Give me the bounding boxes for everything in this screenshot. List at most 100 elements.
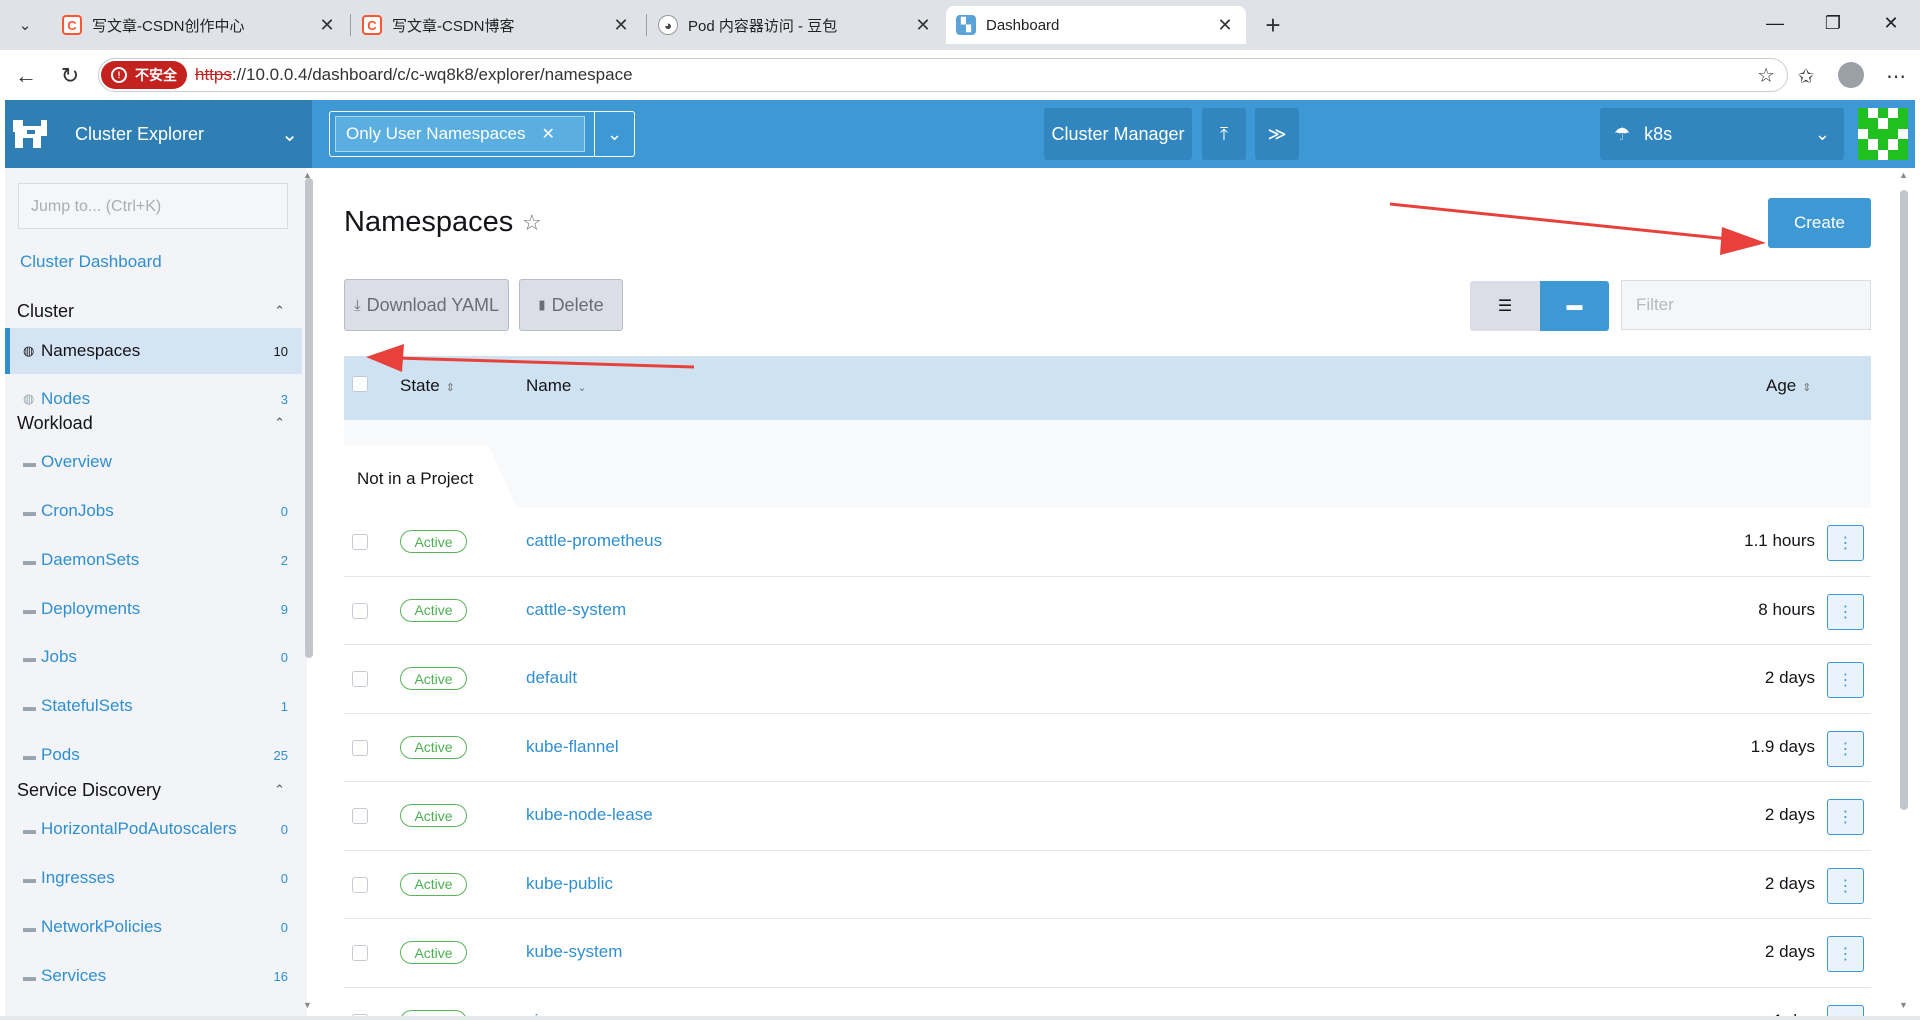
user-avatar[interactable]: [1858, 108, 1908, 160]
sidebar-item-hpa[interactable]: ▬ HorizontalPodAutoscalers 0: [5, 806, 302, 852]
chevron-down-icon[interactable]: ⌄: [594, 112, 634, 156]
table-row: Active default 2 days ⋮: [344, 645, 1871, 714]
cluster-explorer-menu[interactable]: Cluster Explorer ⌄: [5, 100, 312, 168]
sidebar-item-cronjobs[interactable]: ▬ CronJobs 0: [5, 488, 302, 534]
row-checkbox[interactable]: [352, 534, 368, 550]
cluster-dashboard-link[interactable]: Cluster Dashboard: [20, 252, 162, 272]
sidebar-group-cluster[interactable]: Cluster ⌃: [17, 301, 295, 322]
restore-icon[interactable]: ❐: [1810, 8, 1856, 38]
remove-filter-icon[interactable]: ✕: [542, 124, 555, 144]
create-button[interactable]: Create: [1768, 198, 1871, 248]
namespace-link[interactable]: cattle-prometheus: [526, 531, 662, 551]
trash-icon: ▮: [538, 297, 546, 312]
filter-input[interactable]: Filter: [1621, 280, 1871, 330]
namespace-filter[interactable]: Only User Namespaces ✕ ⌄: [329, 111, 635, 157]
favorite-star-icon[interactable]: ☆: [522, 210, 542, 236]
sidebar-item-count: 9: [280, 601, 288, 617]
tab-title: Dashboard: [986, 16, 1060, 34]
row-actions-kebab-icon[interactable]: ⋮: [1827, 936, 1864, 972]
row-checkbox[interactable]: [352, 945, 368, 961]
chevron-up-icon: ⌃: [274, 303, 285, 318]
project-group-label: Not in a Project: [344, 446, 517, 508]
sidebar-group-service-discovery[interactable]: Service Discovery ⌃: [17, 780, 295, 801]
sidebar-item-jobs[interactable]: ▬ Jobs 0: [5, 634, 302, 680]
reload-icon[interactable]: ↻: [54, 60, 86, 92]
not-secure-badge[interactable]: ! 不安全: [101, 61, 187, 89]
import-yaml-upload-icon[interactable]: ⤒: [1202, 108, 1246, 160]
folder-icon: ▬: [23, 454, 36, 470]
browser-tab-csdn-editor[interactable]: C 写文章-CSDN创作中心 ✕: [52, 6, 348, 44]
row-checkbox[interactable]: [352, 602, 368, 619]
jump-to-search-input[interactable]: Jump to... (Ctrl+K): [18, 183, 288, 229]
url-bar[interactable]: ! 不安全 https://10.0.0.4/dashboard/c/c-wq8…: [98, 58, 1788, 92]
cluster-selector[interactable]: ☂ k8s ⌄: [1600, 108, 1844, 160]
close-icon[interactable]: ✕: [316, 15, 338, 36]
scroll-up-arrow-icon[interactable]: ▲: [1899, 170, 1908, 180]
scroll-down-arrow-icon[interactable]: ▼: [1899, 1000, 1908, 1010]
cluster-manager-button[interactable]: Cluster Manager: [1044, 108, 1192, 160]
sidebar-item-pods[interactable]: ▬ Pods 25: [5, 732, 302, 778]
column-header-name[interactable]: Name ⌄: [526, 376, 587, 396]
namespace-link[interactable]: kube-public: [526, 874, 613, 894]
row-checkbox[interactable]: [352, 671, 368, 687]
sidebar-item-services[interactable]: ▬ Services 16: [5, 953, 302, 999]
row-actions-kebab-icon[interactable]: ⋮: [1827, 730, 1864, 767]
namespace-link[interactable]: kube-node-lease: [526, 805, 653, 825]
row-actions-kebab-icon[interactable]: ⋮: [1827, 525, 1864, 561]
bookmark-star-icon[interactable]: ☆: [1757, 63, 1775, 88]
download-yaml-button[interactable]: ⤓ Download YAML: [344, 279, 509, 331]
minimize-icon[interactable]: —: [1752, 8, 1798, 38]
cluster-manager-label: Cluster Manager: [1051, 123, 1185, 144]
sidebar-item-count: 0: [280, 649, 288, 665]
column-header-age[interactable]: Age ⇕: [1766, 376, 1811, 396]
sidebar-item-deployments[interactable]: ▬ Deployments 9: [5, 586, 302, 632]
sidebar-item-label: StatefulSets: [41, 696, 133, 715]
select-all-checkbox[interactable]: [352, 376, 368, 392]
back-arrow-icon[interactable]: ←: [10, 60, 42, 92]
close-icon[interactable]: ✕: [912, 15, 934, 36]
row-checkbox[interactable]: [352, 876, 368, 893]
app-title: Cluster Explorer: [75, 123, 205, 144]
status-badge: Active: [400, 735, 467, 759]
namespaces-table: State ⇕ Name ⌄ Age ⇕ Not in a Project Activ…: [344, 356, 1871, 1020]
row-checkbox[interactable]: [352, 808, 368, 824]
browser-tab-doubao[interactable]: ◕ Pod 内容器访问 - 豆包 ✕: [648, 6, 944, 44]
new-tab-plus-icon[interactable]: +: [1258, 10, 1288, 40]
sidebar-group-workload[interactable]: Workload ⌃: [17, 413, 295, 434]
namespace-link[interactable]: kube-system: [526, 942, 622, 962]
favorites-icon[interactable]: ✩: [1792, 62, 1820, 90]
namespace-link[interactable]: default: [526, 668, 577, 688]
row-actions-kebab-icon[interactable]: ⋮: [1827, 662, 1864, 698]
tab-list-chevron-icon[interactable]: ⌄: [10, 10, 40, 40]
group-by-project-folder-icon[interactable]: ▬: [1540, 281, 1609, 331]
browser-tab-csdn-blog[interactable]: C 写文章-CSDN博客 ✕: [352, 6, 642, 44]
sidebar-item-daemonsets[interactable]: ▬ DaemonSets 2: [5, 537, 302, 583]
namespace-link[interactable]: cattle-system: [526, 600, 626, 620]
flat-list-view-icon[interactable]: ☰: [1470, 281, 1540, 331]
sidebar-item-statefulsets[interactable]: ▬ StatefulSets 1: [5, 683, 302, 729]
status-badge: Active: [400, 941, 467, 964]
sidebar-item-count: 0: [280, 919, 288, 935]
sidebar-item-overview[interactable]: ▬ Overview: [5, 439, 302, 485]
more-menu-icon[interactable]: ⋯: [1882, 62, 1910, 90]
close-icon[interactable]: ✕: [1214, 15, 1236, 36]
close-icon[interactable]: ✕: [610, 15, 632, 36]
sidebar-item-count: 10: [273, 343, 288, 359]
namespace-link[interactable]: kube-flannel: [526, 737, 619, 757]
column-label: Age: [1766, 376, 1797, 395]
row-checkbox[interactable]: [352, 739, 368, 756]
browser-tab-dashboard[interactable]: ▚ Dashboard ✕: [946, 6, 1246, 44]
column-header-state[interactable]: State ⇕: [400, 376, 455, 396]
table-row: Active kube-public 2 days ⋮: [344, 851, 1871, 919]
profile-avatar[interactable]: [1838, 62, 1864, 88]
main-scrollbar[interactable]: [1900, 190, 1908, 810]
row-actions-kebab-icon[interactable]: ⋮: [1827, 593, 1864, 630]
delete-button[interactable]: ▮ Delete: [519, 279, 623, 331]
kubectl-shell-icon[interactable]: ≫: [1255, 108, 1299, 160]
row-actions-kebab-icon[interactable]: ⋮: [1827, 799, 1864, 835]
row-actions-kebab-icon[interactable]: ⋮: [1827, 867, 1864, 904]
window-close-icon[interactable]: ✕: [1868, 8, 1914, 38]
sidebar-item-networkpolicies[interactable]: ▬ NetworkPolicies 0: [5, 904, 302, 950]
sidebar-item-namespaces[interactable]: ◍ Namespaces 10: [5, 328, 302, 374]
sidebar-item-ingresses[interactable]: ▬ Ingresses 0: [5, 855, 302, 901]
